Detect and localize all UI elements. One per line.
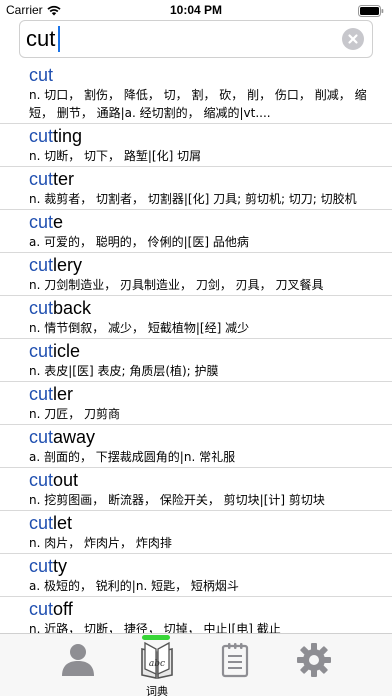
dictionary-book-icon: abc [141, 641, 173, 679]
result-list-item[interactable]: cutout n. 挖剪图画， 断流器， 保险开关， 剪切块|[计] 剪切块 [0, 468, 392, 511]
result-definition: n. 情节倒叙， 减少， 短截植物|[经] 减少 [29, 321, 250, 335]
result-definition: a. 剖面的， 下摆裁成圆角的|n. 常礼服 [29, 450, 236, 464]
result-word-match: cut [29, 169, 54, 189]
result-word-match: cut [29, 427, 54, 447]
result-word: cutlet [29, 511, 378, 534]
result-word-rest: e [53, 212, 64, 232]
result-definition: n. 裁剪者， 切割者， 切割器|[化] 刀具; 剪切机; 切刀; 切胶机 [29, 192, 357, 206]
result-word-rest: away [53, 427, 96, 447]
tab-selected-indicator [142, 635, 170, 640]
tab-settings[interactable] [284, 640, 344, 696]
result-word: cut [29, 63, 378, 86]
tab-notes[interactable] [205, 640, 265, 696]
result-definition: n. 切口， 割伤， 降低， 切， 割， 砍， 削， 伤口， 削减， 缩短， 删… [29, 88, 367, 120]
gear-icon [297, 643, 331, 677]
result-word-rest: lery [53, 255, 83, 275]
result-word-match: cut [29, 341, 54, 361]
result-word: cute [29, 210, 378, 233]
result-word: cutting [29, 124, 378, 147]
result-list-item[interactable]: cutler n. 刀匠， 刀剪商 [0, 382, 392, 425]
result-definition: a. 极短的， 锐利的|n. 短匙， 短柄烟斗 [29, 579, 239, 593]
result-word-match: cut [29, 384, 54, 404]
search-input[interactable]: cut [19, 20, 373, 58]
result-definition: n. 表皮|[医] 表皮; 角质层(植); 护膜 [29, 364, 219, 378]
clear-search-button[interactable] [342, 28, 364, 50]
result-list-item[interactable]: cutting n. 切断， 切下， 路堑|[化] 切屑 [0, 124, 392, 167]
result-word: cutler [29, 382, 378, 405]
result-list-item[interactable]: cute a. 可爱的， 聪明的， 伶俐的|[医] 品他病 [0, 210, 392, 253]
result-word: cutoff [29, 597, 378, 620]
battery-icon [358, 5, 384, 20]
text-cursor [58, 26, 60, 52]
result-word-rest: ter [53, 169, 75, 189]
svg-text:abc: abc [149, 659, 165, 669]
result-definition: n. 肉片， 炸肉片， 炸肉排 [29, 536, 172, 550]
result-list-item[interactable]: cuticle n. 表皮|[医] 表皮; 角质层(植); 护膜 [0, 339, 392, 382]
result-list-item[interactable]: cutback n. 情节倒叙， 减少， 短截植物|[经] 减少 [0, 296, 392, 339]
search-query-text: cut [26, 26, 56, 51]
result-word: cutout [29, 468, 378, 491]
result-word-rest: ty [53, 556, 68, 576]
result-word-rest: icle [53, 341, 81, 361]
status-bar: Carrier 10:04 PM [0, 0, 392, 20]
result-word-rest: back [53, 298, 92, 318]
tab-dictionary-label: 词典 [146, 685, 168, 696]
notepad-icon [221, 643, 249, 678]
result-word: cutback [29, 296, 378, 319]
result-word-match: cut [29, 298, 54, 318]
result-word-rest: out [53, 470, 79, 490]
result-list-item[interactable]: cutoff n. 近路， 切断， 捷径， 切掉， 中止|[电] 截止 [0, 597, 392, 633]
status-time: 10:04 PM [169, 3, 223, 17]
result-word-match: cut [29, 599, 54, 619]
result-word-match: cut [29, 126, 54, 146]
result-word-match: cut [29, 556, 54, 576]
result-list-item[interactable]: cutty a. 极短的， 锐利的|n. 短匙， 短柄烟斗 [0, 554, 392, 597]
result-definition: n. 切断， 切下， 路堑|[化] 切屑 [29, 149, 202, 163]
person-icon [62, 644, 94, 676]
result-list-item[interactable]: cutaway a. 剖面的， 下摆裁成圆角的|n. 常礼服 [0, 425, 392, 468]
result-word-rest: let [53, 513, 73, 533]
results-list: cut n. 切口， 割伤， 降低， 切， 割， 砍， 削， 伤口， 削减， 缩短… [0, 63, 392, 633]
result-word: cutlery [29, 253, 378, 276]
search-row: cut [0, 20, 392, 62]
result-definition: n. 刀匠， 刀剪商 [29, 407, 121, 421]
result-list-item[interactable]: cut n. 切口， 割伤， 降低， 切， 割， 砍， 削， 伤口， 削减， 缩短… [0, 63, 392, 124]
result-definition: n. 挖剪图画， 断流器， 保险开关， 剪切块|[计] 剪切块 [29, 493, 325, 507]
result-word: cutaway [29, 425, 378, 448]
result-definition: a. 可爱的， 聪明的， 伶俐的|[医] 品他病 [29, 235, 249, 249]
result-word-rest: ler [53, 384, 74, 404]
result-word-match: cut [29, 513, 54, 533]
result-word-rest: off [53, 599, 73, 619]
result-list-item[interactable]: cutter n. 裁剪者， 切割者， 切割器|[化] 刀具; 剪切机; 切刀; … [0, 167, 392, 210]
result-word-match: cut [29, 65, 54, 85]
close-icon [348, 34, 358, 44]
result-word: cuticle [29, 339, 378, 362]
result-list-item[interactable]: cutlet n. 肉片， 炸肉片， 炸肉排 [0, 511, 392, 554]
result-list-item[interactable]: cutlery n. 刀剑制造业， 刃具制造业， 刀剑， 刃具， 刀叉餐具 [0, 253, 392, 296]
tab-bar: abc 词典 [0, 633, 392, 696]
tab-profile[interactable] [48, 640, 108, 696]
result-word-match: cut [29, 470, 54, 490]
result-word-rest: ting [53, 126, 83, 146]
result-definition: n. 近路， 切断， 捷径， 切掉， 中止|[电] 截止 [29, 622, 281, 633]
result-word-match: cut [29, 212, 54, 232]
result-word: cutty [29, 554, 378, 577]
tab-dictionary[interactable]: abc 词典 [127, 635, 187, 696]
result-definition: n. 刀剑制造业， 刃具制造业， 刀剑， 刃具， 刀叉餐具 [29, 278, 324, 292]
result-word-match: cut [29, 255, 54, 275]
result-word: cutter [29, 167, 378, 190]
